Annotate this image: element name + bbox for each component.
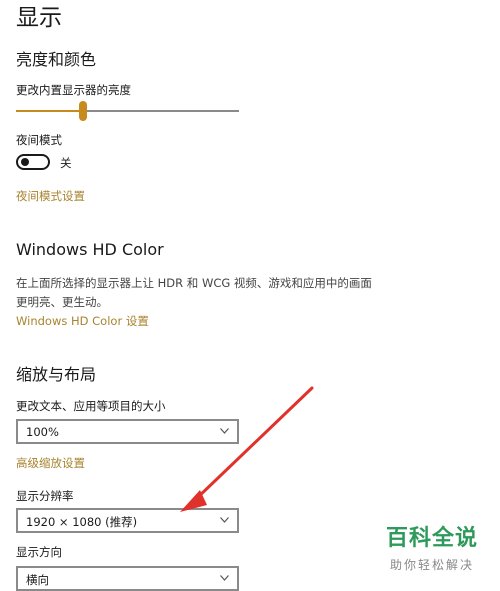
- hdr-description: 在上面所选择的显示器上让 HDR 和 WCG 视频、游戏和应用中的画面更明亮、更…: [16, 276, 372, 309]
- night-light-settings-link[interactable]: 夜间模式设置: [16, 188, 85, 204]
- hdr-heading: Windows HD Color: [16, 240, 164, 259]
- scale-dropdown[interactable]: 100%: [16, 419, 239, 444]
- brightness-slider-label: 更改内置显示器的亮度: [16, 83, 131, 97]
- chevron-down-icon: [220, 428, 229, 434]
- resolution-dropdown[interactable]: 1920 × 1080 (推荐): [16, 508, 239, 533]
- advanced-scaling-link[interactable]: 高级缩放设置: [16, 455, 85, 471]
- orientation-label: 显示方向: [16, 545, 62, 559]
- page-title: 显示: [16, 5, 62, 31]
- scale-layout-heading: 缩放与布局: [16, 365, 97, 384]
- hdr-settings-link[interactable]: Windows HD Color 设置: [16, 313, 149, 329]
- toggle-knob: [21, 158, 29, 166]
- brightness-slider[interactable]: [16, 101, 239, 121]
- watermark-subtitle: 助你轻松解决: [389, 558, 474, 572]
- chevron-down-icon: [220, 517, 229, 523]
- night-light-toggle[interactable]: [16, 154, 50, 170]
- night-light-state: 关: [60, 156, 72, 170]
- watermark-logo: 百科全说 助你轻松解决: [377, 520, 487, 573]
- scale-label: 更改文本、应用等项目的大小: [16, 399, 166, 413]
- resolution-value: 1920 × 1080 (推荐): [26, 515, 138, 529]
- slider-fill: [16, 110, 83, 112]
- resolution-label: 显示分辨率: [16, 489, 74, 503]
- orientation-value: 横向: [26, 573, 49, 587]
- chevron-down-icon: [220, 575, 229, 581]
- slider-thumb[interactable]: [79, 101, 87, 121]
- scale-value: 100%: [26, 425, 59, 439]
- night-light-label: 夜间模式: [16, 133, 62, 147]
- watermark-title: 百科全说: [385, 526, 478, 551]
- brightness-heading: 亮度和颜色: [16, 50, 97, 69]
